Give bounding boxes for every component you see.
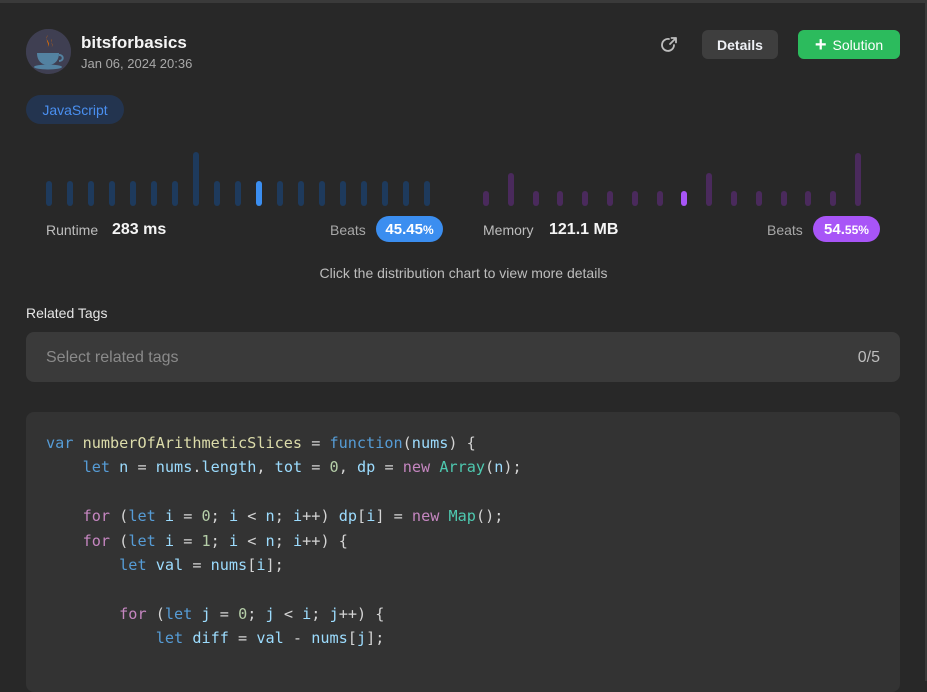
runtime-bar[interactable] [382,181,388,206]
runtime-bar[interactable] [298,181,304,206]
runtime-beats-suffix: % [422,223,434,237]
code-line: let n = nums.length, tot = 0, dp = new A… [82,458,522,477]
runtime-value: 283 ms [112,221,167,238]
code-line: for (let i = 0; i < n; i++) dp[i] = new … [82,507,504,526]
runtime-bar[interactable] [340,181,346,206]
avatar[interactable] [26,29,71,74]
runtime-bar[interactable] [130,181,136,206]
runtime-bar[interactable] [109,181,115,206]
plus-icon: + [814,33,827,56]
code-line: var numberOfArithmeticSlices = function(… [46,434,476,452]
runtime-beats-value: 45.45 [385,221,423,238]
code-block[interactable]: var numberOfArithmeticSlices = function(… [26,412,900,692]
memory-bar[interactable] [557,191,564,206]
runtime-bar[interactable] [235,181,241,206]
memory-bar[interactable] [755,191,762,206]
related-tags-count: 0/5 [857,349,880,366]
runtime-bar[interactable] [151,181,157,206]
runtime-bar[interactable] [172,181,178,206]
java-cup-icon [26,29,71,74]
top-border [0,0,927,3]
solution-button[interactable]: + Solution [798,30,900,59]
memory-bar[interactable] [582,191,589,206]
runtime-bar[interactable] [424,181,430,206]
memory-bar[interactable] [631,191,638,206]
memory-distribution-chart[interactable] [483,146,883,206]
code-line: for (let j = 0; j < i; j++) { [119,604,385,623]
memory-bar[interactable] [780,191,787,206]
runtime-bar[interactable] [67,181,73,206]
memory-bar[interactable] [731,191,737,206]
runtime-bar[interactable] [214,181,220,206]
runtime-bar[interactable] [403,181,409,206]
runtime-bar[interactable] [361,181,367,206]
code-line: let val = nums[i]; [119,556,284,574]
memory-bar[interactable] [656,191,663,206]
runtime-beats-label: Beats [330,222,366,238]
share-button[interactable] [657,34,681,56]
related-tags-placeholder: Select related tags [46,349,179,366]
memory-bar[interactable] [483,191,489,206]
memory-beats-badge: 54. 55% [813,216,880,242]
runtime-bar[interactable] [193,152,199,206]
details-button[interactable]: Details [702,30,778,59]
runtime-bar[interactable] [319,181,325,206]
memory-bar[interactable] [507,173,514,206]
language-badge: JavaScript [26,95,124,124]
runtime-bar[interactable] [256,181,262,206]
memory-beats-label: Beats [767,222,803,238]
runtime-label: Runtime [46,222,99,238]
memory-bar[interactable] [830,191,837,206]
memory-bar[interactable] [681,191,688,206]
share-icon [661,37,677,52]
memory-bar[interactable] [805,191,812,206]
memory-bar[interactable] [607,191,613,206]
memory-beats-value: 54. [824,221,845,238]
memory-beats-suffix: 55% [844,223,869,237]
runtime-bar[interactable] [277,181,283,206]
related-tags-select[interactable]: Select related tags 0/5 [26,332,900,382]
runtime-beats-badge: 45.45% [376,216,443,242]
runtime-bar[interactable] [46,181,52,206]
memory-label: Memory [483,222,534,238]
code-line: for (let i = 1; i < n; i++) { [82,531,348,550]
chart-hint: Click the distribution chart to view mor… [319,265,608,281]
runtime-bar[interactable] [88,181,94,206]
memory-bar[interactable] [532,191,539,206]
related-tags-title: Related Tags [26,305,108,321]
runtime-distribution-chart[interactable] [46,146,446,206]
submission-timestamp: Jan 06, 2024 20:36 [81,56,193,71]
memory-value: 121.1 MB [549,221,619,238]
memory-bar[interactable] [855,153,861,206]
username[interactable]: bitsforbasics [81,33,187,53]
solution-button-label: Solution [832,36,884,53]
code-line: let diff = val - nums[j]; [155,629,385,648]
memory-bar[interactable] [706,173,713,206]
